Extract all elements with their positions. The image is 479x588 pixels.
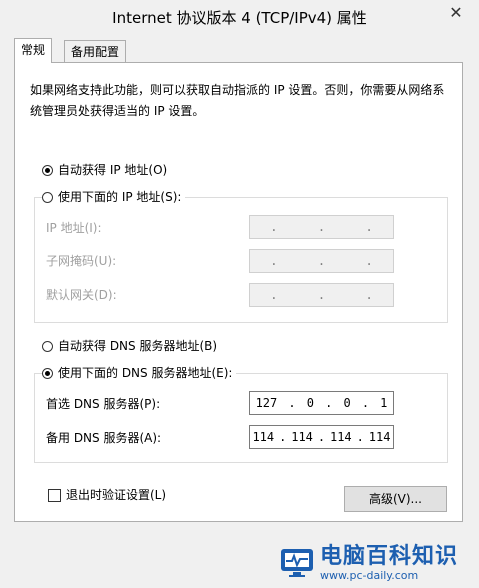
manual-dns-label: 使用下面的 DNS 服务器地址(E):: [58, 366, 233, 380]
ip-dot: .: [288, 396, 296, 410]
manual-ip-radio[interactable]: 使用下面的 IP 地址(S):: [42, 188, 186, 206]
octet: 114: [291, 430, 313, 444]
auto-ip-radio[interactable]: 自动获得 IP 地址(O): [42, 161, 172, 179]
radio-unchecked-icon: [42, 340, 53, 352]
radio-checked-icon: [42, 367, 53, 379]
alternate-dns-input[interactable]: 114 . 114 . 114 . 114: [249, 425, 394, 449]
default-gateway-input[interactable]: . . .: [249, 283, 394, 307]
checkbox-icon: [48, 488, 61, 502]
watermark-title: 电脑百科知识: [320, 543, 459, 569]
default-gateway-label: 默认网关(D):: [46, 288, 117, 302]
octet: 1: [380, 396, 388, 410]
ip-dot: .: [356, 430, 364, 444]
ip-dot: .: [270, 220, 278, 234]
advanced-button[interactable]: 高级(V)...: [344, 486, 447, 512]
manual-dns-radio[interactable]: 使用下面的 DNS 服务器地址(E):: [42, 364, 237, 382]
octet: 127: [255, 396, 278, 410]
manual-dns-group: [34, 373, 448, 463]
preferred-dns-label: 首选 DNS 服务器(P):: [46, 397, 161, 411]
manual-ip-label: 使用下面的 IP 地址(S):: [58, 190, 182, 204]
tab-alternate-config[interactable]: 备用配置: [64, 40, 127, 63]
auto-dns-radio[interactable]: 自动获得 DNS 服务器地址(B): [42, 337, 222, 355]
octet: 0: [343, 396, 351, 410]
preferred-dns-input[interactable]: 127 . 0 . 0 . 1: [249, 391, 394, 415]
close-button[interactable]: ✕: [443, 2, 469, 24]
validate-on-exit-checkbox[interactable]: 退出时验证设置(L): [48, 487, 166, 503]
monitor-logo-icon: [281, 549, 313, 577]
close-icon: ✕: [449, 3, 463, 22]
watermark-url: www.pc-daily.com: [320, 568, 419, 582]
auto-ip-label: 自动获得 IP 地址(O): [58, 163, 168, 177]
octet: 114: [368, 430, 391, 444]
alternate-dns-label: 备用 DNS 服务器(A):: [46, 431, 162, 445]
ip-dot: .: [317, 288, 326, 302]
ip-dot: .: [317, 220, 326, 234]
ip-dot: .: [365, 254, 373, 268]
ip-dot: .: [365, 220, 373, 234]
radio-unchecked-icon: [42, 191, 53, 203]
ip-dot: .: [279, 430, 287, 444]
ip-dot: .: [317, 254, 326, 268]
ip-dot: .: [365, 288, 373, 302]
window-title: Internet 协议版本 4 (TCP/IPv4) 属性: [112, 9, 367, 27]
octet: 114: [329, 430, 352, 444]
subnet-mask-label: 子网掩码(U):: [46, 254, 117, 268]
tab-alternate-config-label: 备用配置: [71, 45, 120, 59]
tab-general[interactable]: 常规: [14, 38, 53, 63]
octet: 114: [252, 430, 275, 444]
validate-on-exit-label: 退出时验证设置(L): [66, 488, 167, 502]
ip-dot: .: [270, 254, 278, 268]
title-bar: Internet 协议版本 4 (TCP/IPv4) 属性 ✕: [0, 0, 479, 32]
ip-address-label: IP 地址(I):: [46, 221, 102, 235]
ip-dot: .: [317, 430, 326, 444]
auto-dns-label: 自动获得 DNS 服务器地址(B): [58, 339, 218, 353]
ip-address-input[interactable]: . . .: [249, 215, 394, 239]
ip-dot: .: [325, 396, 333, 410]
ip-dot: .: [361, 396, 370, 410]
octet: 0: [306, 396, 314, 410]
radio-checked-icon: [42, 164, 53, 176]
tab-general-label: 常规: [21, 43, 46, 57]
watermark: 电脑百科知识 www.pc-daily.com: [280, 538, 479, 588]
subnet-mask-input[interactable]: . . .: [249, 249, 394, 273]
ip-dot: .: [270, 288, 278, 302]
description-text: 如果网络支持此功能，则可以获取自动指派的 IP 设置。否则，你需要从网络系统管理…: [30, 83, 445, 118]
